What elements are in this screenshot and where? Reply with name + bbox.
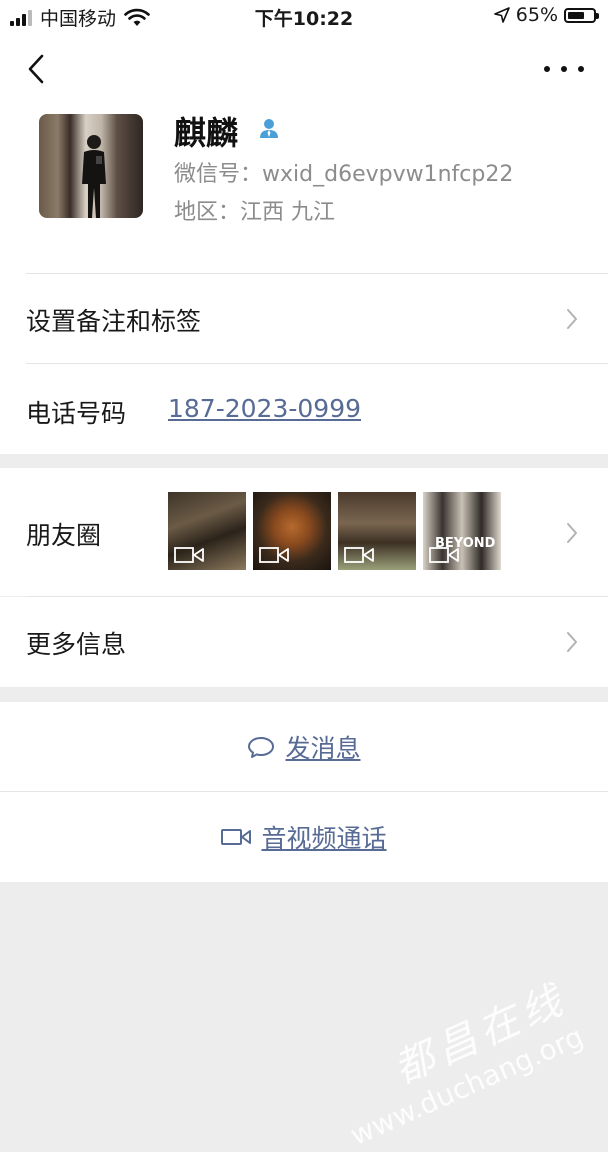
send-message-content: 发消息 (0, 702, 608, 791)
moments-row[interactable]: 朋友圈 BEYOND (0, 468, 608, 597)
moments-thumbnail (253, 492, 331, 570)
moments-thumbnail: BEYOND (423, 492, 501, 570)
remark-tags-row[interactable]: 设置备注和标签 (0, 274, 608, 364)
more-options-icon[interactable] (544, 54, 584, 84)
more-info-row[interactable]: 更多信息 (0, 597, 608, 687)
status-bar: 中国移动 下午10:22 65% (0, 0, 608, 34)
moments-thumbnail (338, 492, 416, 570)
wechat-id-line: 微信号：wxid_d6evpvw1nfcp22 (174, 156, 513, 188)
moments-label: 朋友圈 (26, 521, 102, 550)
region-label: 地区： (174, 200, 241, 225)
video-camera-icon (344, 547, 374, 563)
chat-bubble-icon (248, 736, 275, 758)
moments-thumbnail (168, 492, 246, 570)
video-call-content: 音视频通话 (0, 792, 608, 882)
battery-icon (564, 7, 599, 23)
phone-number-link[interactable]: 187-2023-0999 (168, 394, 361, 423)
remark-tags-label: 设置备注和标签 (26, 307, 202, 336)
send-message-label: 发消息 (285, 733, 361, 763)
region-line: 地区：江西 九江 (174, 194, 335, 226)
battery-percent: 65% (515, 4, 558, 26)
moments-thumbnails: BEYOND (168, 492, 501, 570)
region-value: 江西 九江 (240, 200, 336, 225)
wechat-id-label: 微信号： (174, 162, 263, 187)
more-info-label: 更多信息 (26, 630, 127, 659)
watermark: 都昌在线 www.duchang.org (322, 967, 588, 1152)
location-arrow-icon (493, 7, 510, 23)
back-icon[interactable] (22, 52, 52, 86)
contact-person-icon (260, 119, 278, 138)
video-camera-icon (221, 829, 252, 845)
video-camera-icon (259, 547, 289, 563)
wechat-id-value: wxid_d6evpvw1nfcp22 (262, 162, 514, 187)
avatar[interactable] (39, 114, 143, 218)
chevron-right-icon (567, 523, 577, 543)
status-right: 65% (493, 4, 599, 26)
chevron-right-icon (567, 309, 577, 329)
battery-fill (568, 11, 584, 19)
video-camera-icon (429, 547, 459, 563)
send-message-button[interactable]: 发消息 (0, 702, 608, 792)
chevron-right-icon (567, 632, 577, 652)
phone-row: 电话号码 187-2023-0999 (0, 364, 608, 454)
contact-name: 麒麟 (174, 114, 239, 152)
profile-header: 麒麟 微信号：wxid_d6evpvw1nfcp22 地区：江西 九江 (0, 100, 608, 274)
phone-label: 电话号码 (26, 399, 127, 428)
video-call-button[interactable]: 音视频通话 (0, 792, 608, 882)
avatar-person-figure (82, 135, 106, 218)
nav-bar (0, 34, 608, 100)
video-call-label: 音视频通话 (261, 824, 387, 853)
video-camera-icon (174, 547, 204, 563)
